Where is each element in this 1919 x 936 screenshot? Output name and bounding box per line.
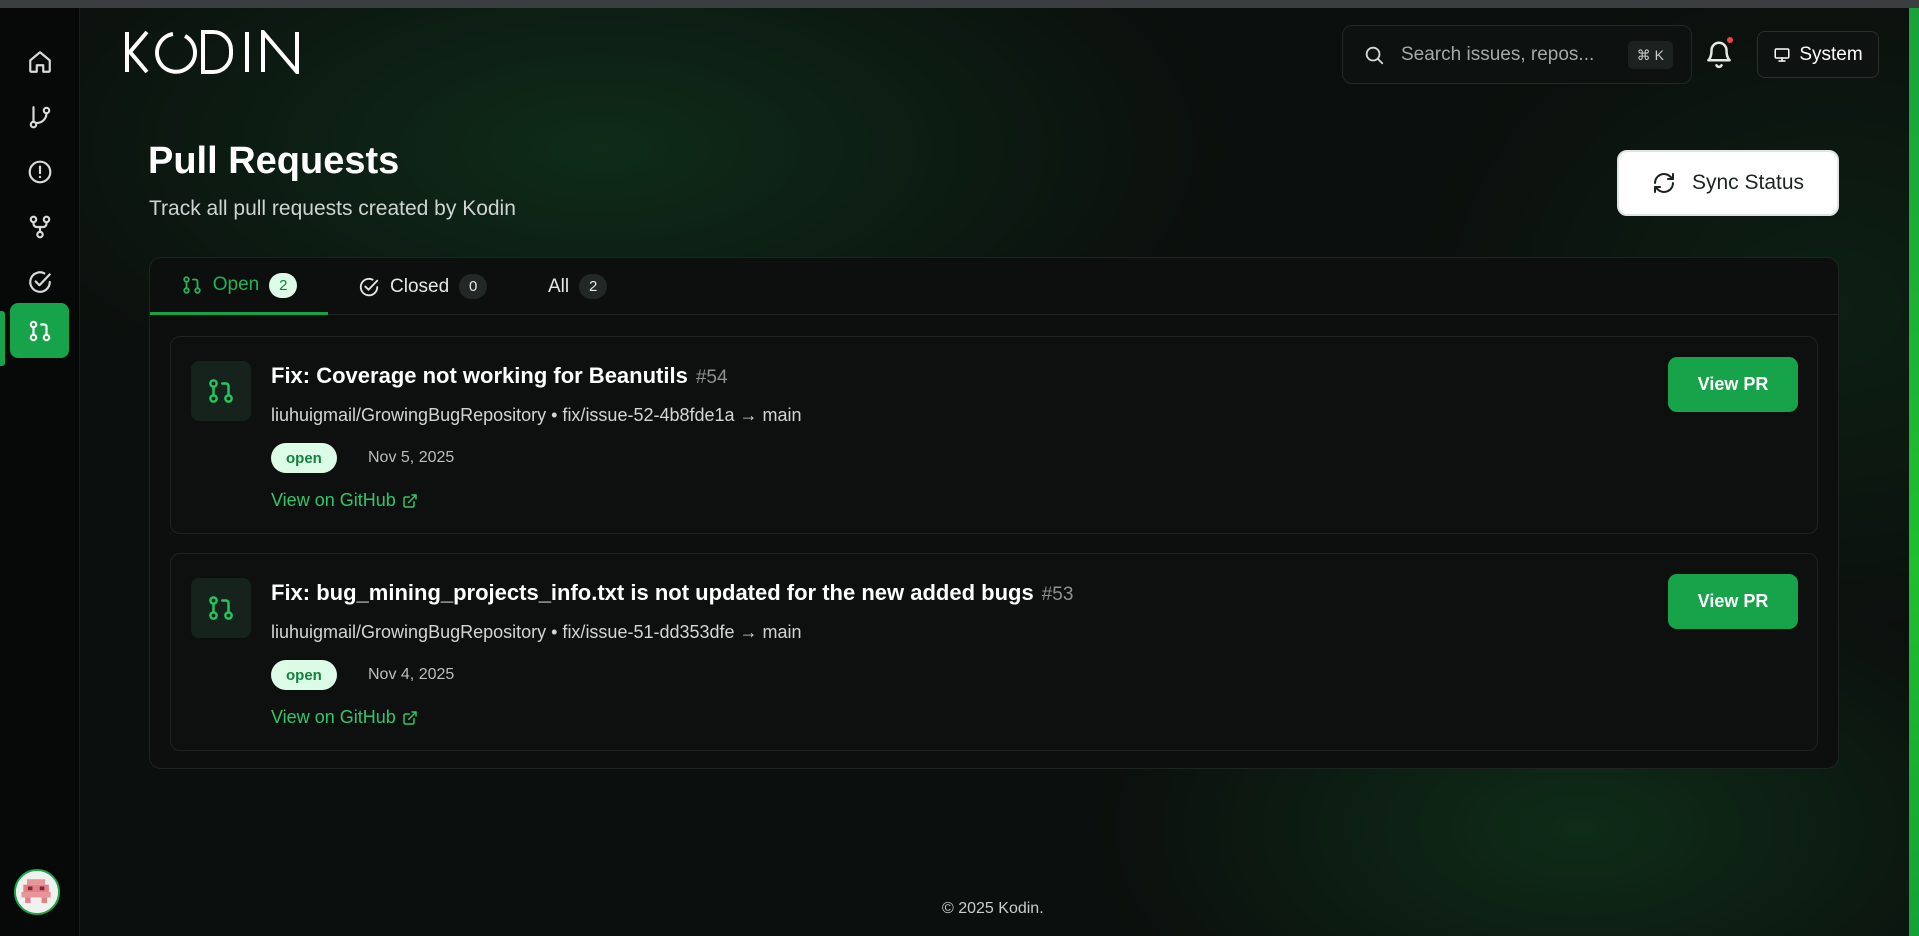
pr-title[interactable]: Fix: bug_mining_projects_info.txt is not… xyxy=(271,580,1073,606)
check-circle-icon xyxy=(359,277,379,296)
external-link-icon xyxy=(403,493,417,508)
pr-card: Fix: Coverage not working for Beanutils #… xyxy=(170,336,1818,534)
avatar-image xyxy=(16,871,58,913)
git-pull-request-icon xyxy=(29,320,50,341)
sidebar-item-pull-requests[interactable] xyxy=(10,303,69,358)
tab-open-label: Open xyxy=(212,274,260,295)
search-shortcut-badge: ⌘ K xyxy=(1627,41,1673,69)
tab-all-count: 2 xyxy=(579,274,608,299)
pr-branch-info: liuhuigmail/GrowingBugRepository • fix/i… xyxy=(271,405,802,425)
search-placeholder: Search issues, repos... xyxy=(1401,43,1595,65)
theme-toggle-label: System xyxy=(1799,43,1863,65)
pull-requests-panel: Open 2 Closed 0 All 2 Fix: Coverage not … xyxy=(149,257,1839,769)
footer-copyright: © 2025 Kodin. xyxy=(942,900,1044,917)
pr-date: Nov 4, 2025 xyxy=(368,666,455,683)
search-icon xyxy=(1365,46,1384,64)
tab-open-count: 2 xyxy=(269,272,298,298)
monitor-icon xyxy=(1774,47,1790,62)
pr-title[interactable]: Fix: Coverage not working for Beanutils #… xyxy=(271,363,728,389)
view-on-github-link[interactable]: View on GitHub xyxy=(271,490,418,511)
pr-title-text: Fix: Coverage not working for Beanutils xyxy=(271,363,688,388)
view-pr-button[interactable]: View PR xyxy=(1668,357,1798,412)
tab-closed[interactable]: Closed 0 xyxy=(358,258,488,315)
kodin-logo[interactable] xyxy=(125,30,301,74)
page-subtitle: Track all pull requests created by Kodin xyxy=(149,197,516,220)
pr-date: Nov 5, 2025 xyxy=(368,449,455,466)
sidebar-item-home[interactable] xyxy=(10,34,69,89)
git-pull-request-icon xyxy=(209,596,233,620)
pr-title-text: Fix: bug_mining_projects_info.txt is not… xyxy=(271,580,1034,605)
pr-icon-box xyxy=(191,361,251,421)
refresh-icon xyxy=(1653,173,1674,193)
user-avatar[interactable] xyxy=(14,869,60,915)
tab-open[interactable]: Open 2 xyxy=(150,258,328,315)
pr-card: Fix: bug_mining_projects_info.txt is not… xyxy=(170,553,1818,751)
theme-toggle-button[interactable]: System xyxy=(1757,31,1879,78)
sync-status-label: Sync Status xyxy=(1691,171,1805,194)
pr-icon-box xyxy=(191,578,251,638)
view-pr-button[interactable]: View PR xyxy=(1668,574,1798,629)
browser-top-strip xyxy=(0,0,1919,8)
sidebar-item-tasks[interactable] xyxy=(10,254,69,309)
search-bar[interactable]: Search issues, repos... ⌘ K xyxy=(1342,25,1692,84)
view-on-github-label: View on GitHub xyxy=(271,490,396,510)
status-badge: open xyxy=(271,660,337,690)
external-link-icon xyxy=(403,710,417,725)
active-nav-marker xyxy=(0,311,5,366)
sidebar-item-forks[interactable] xyxy=(10,199,69,254)
view-on-github-label: View on GitHub xyxy=(271,707,396,727)
status-badge: open xyxy=(271,443,337,473)
tab-all-label: All xyxy=(548,275,570,297)
pr-number: #54 xyxy=(695,367,728,388)
tab-closed-label: Closed xyxy=(390,275,450,297)
sidebar-item-issues[interactable] xyxy=(10,144,69,199)
notification-dot xyxy=(1727,37,1733,43)
page-title: Pull Requests xyxy=(148,140,400,182)
sidebar-item-branches[interactable] xyxy=(10,89,69,144)
pr-branch-info: liuhuigmail/GrowingBugRepository • fix/i… xyxy=(271,622,802,642)
git-pull-request-icon xyxy=(183,276,201,294)
view-on-github-link[interactable]: View on GitHub xyxy=(271,707,418,728)
tab-closed-count: 0 xyxy=(459,274,488,299)
pr-number: #53 xyxy=(1041,584,1074,605)
home-icon xyxy=(28,50,51,73)
git-branch-icon xyxy=(29,105,50,128)
sync-status-button[interactable]: Sync Status xyxy=(1617,150,1839,216)
alert-circle-icon xyxy=(28,160,51,183)
git-fork-icon xyxy=(29,215,50,238)
check-circle-icon xyxy=(28,270,51,293)
tab-all[interactable]: All 2 xyxy=(548,258,608,315)
pr-tabs: Open 2 Closed 0 All 2 xyxy=(150,258,1838,315)
sidebar xyxy=(0,8,80,936)
window-edge-accent xyxy=(1909,8,1919,936)
git-pull-request-icon xyxy=(209,379,233,403)
